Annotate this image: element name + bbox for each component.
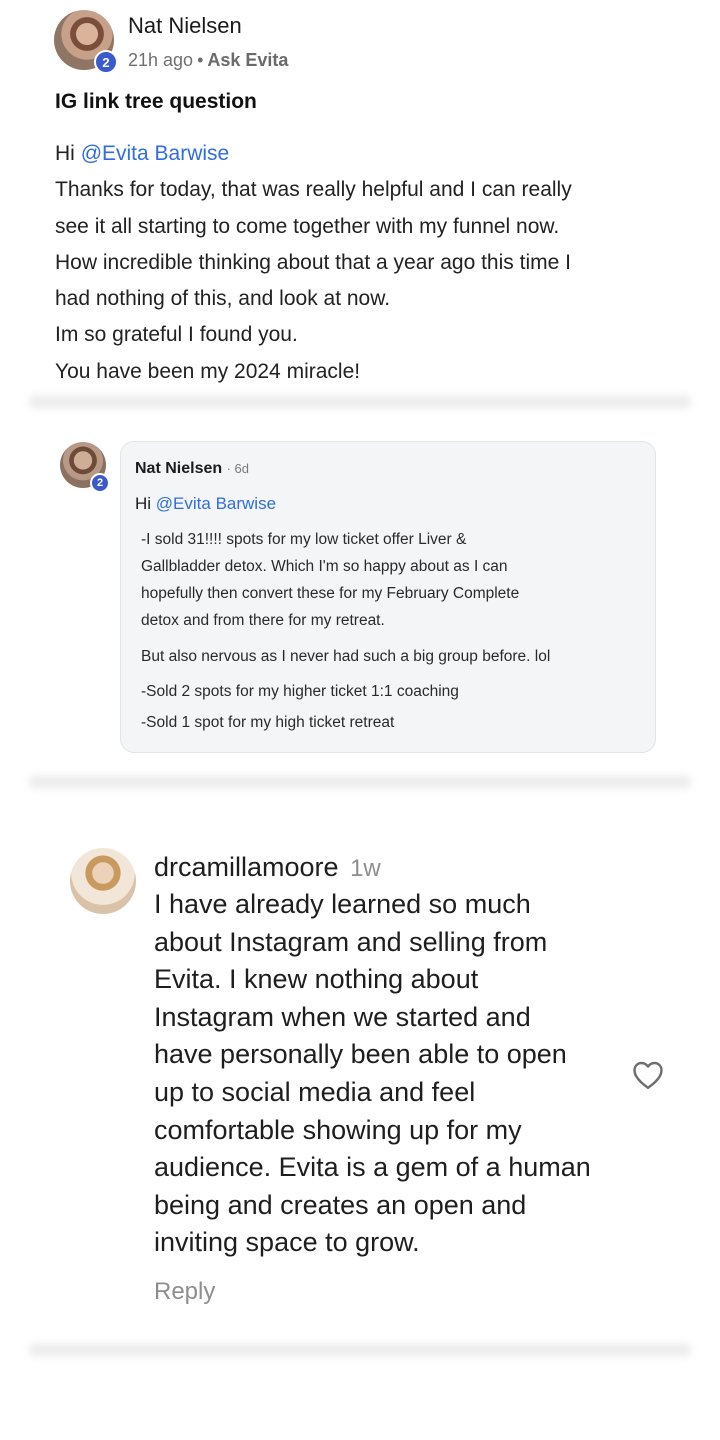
post-body-line: How incredible thinking about that a yea… <box>55 250 571 274</box>
ig-comment-text: I have already learned so much about Ins… <box>154 886 634 1262</box>
screenshot-seam <box>30 392 690 412</box>
mention-link[interactable]: @Evita Barwise <box>81 142 230 165</box>
comment-level-badge: 2 <box>90 473 110 493</box>
post-body-line: You have been my 2024 miracle! <box>55 359 361 383</box>
comment-body: -I sold 31!!!! spots for my low ticket o… <box>141 526 651 738</box>
ig-comment-line: comfortable showing up for my <box>154 1114 522 1145</box>
post-body: Hi @Evita Barwise Thanks for today, that… <box>55 136 695 390</box>
ig-comment-line: up to social media and feel <box>154 1076 476 1107</box>
embedded-comment-card: 2 Nat Nielsen · 6d Hi @Evita Barwise -I … <box>40 415 680 755</box>
instagram-comment-card: drcamillamoore 1w I have already learned… <box>40 820 680 1340</box>
ig-comment-line: being and creates an open and <box>154 1189 527 1220</box>
screenshot-seam <box>30 1340 690 1360</box>
reply-button[interactable]: Reply <box>154 1278 215 1306</box>
comment-bubble: Nat Nielsen · 6d Hi @Evita Barwise -I so… <box>120 441 656 753</box>
comment-mention-link[interactable]: @Evita Barwise <box>156 494 276 513</box>
comment-line: Gallbladder detox. Which I'm so happy ab… <box>141 558 508 575</box>
ig-comment-line: I have already learned so much <box>154 889 531 919</box>
ig-comment-age: 1w <box>350 855 381 882</box>
ig-comment-line: inviting space to grow. <box>154 1227 420 1258</box>
ig-comment-line: about Instagram and selling from <box>154 926 548 957</box>
post-body-line: Im so grateful I found you. <box>55 323 298 347</box>
post-greeting-line: Hi @Evita Barwise <box>55 136 695 172</box>
post-author-name[interactable]: Nat Nielsen <box>128 13 242 39</box>
comment-author-name[interactable]: Nat Nielsen <box>135 460 222 477</box>
level-badge: 2 <box>94 50 118 74</box>
comment-greeting: Hi <box>135 494 152 513</box>
comment-line: detox and from there for my retreat. <box>141 612 385 629</box>
comment-paragraph: -Sold 2 spots for my higher ticket 1:1 c… <box>141 676 651 738</box>
ig-username[interactable]: drcamillamoore <box>154 852 339 882</box>
ig-comment-line: have personally been able to open <box>154 1039 567 1070</box>
ig-comment-line: Evita. I knew nothing about <box>154 964 479 995</box>
ig-user-avatar[interactable] <box>70 848 136 914</box>
greeting-text: Hi <box>55 142 75 165</box>
comment-line: -I sold 31!!!! spots for my low ticket o… <box>141 531 467 548</box>
post-title: IG link tree question <box>55 90 257 113</box>
heart-outline-icon[interactable] <box>630 1057 666 1093</box>
post-category-link[interactable]: Ask Evita <box>207 50 288 70</box>
comment-line: -Sold 1 spot for my high ticket retreat <box>141 714 395 731</box>
post-card: 2 Nat Nielsen 21h ago • Ask Evita IG link … <box>0 0 720 395</box>
ig-comment-line: audience. Evita is a gem of a human <box>154 1152 591 1183</box>
post-body-line: Thanks for today, that was really helpfu… <box>55 178 572 202</box>
comment-author-line: Nat Nielsen · 6d <box>135 460 249 478</box>
comment-line: -Sold 2 spots for my higher ticket 1:1 c… <box>141 683 459 700</box>
comment-paragraph: But also nervous as I never had such a b… <box>141 643 651 670</box>
post-time: 21h ago <box>128 50 194 70</box>
meta-separator: • <box>197 50 204 70</box>
ig-username-line: drcamillamoore 1w <box>154 852 381 883</box>
ig-comment-line: Instagram when we started and <box>154 1001 531 1032</box>
post-body-line: had nothing of this, and look at now. <box>55 287 391 311</box>
post-body-line: see it all starting to come together wit… <box>55 214 560 238</box>
comment-line: But also nervous as I never had such a b… <box>141 648 551 665</box>
comment-greeting-line: Hi @Evita Barwise <box>135 494 276 514</box>
comment-paragraph: -I sold 31!!!! spots for my low ticket o… <box>141 526 651 634</box>
post-meta: 21h ago • Ask Evita <box>128 50 288 71</box>
comment-age: · 6d <box>226 461 249 476</box>
comment-line: hopefully then convert these for my Febr… <box>141 585 520 602</box>
screenshot-seam <box>30 772 690 792</box>
